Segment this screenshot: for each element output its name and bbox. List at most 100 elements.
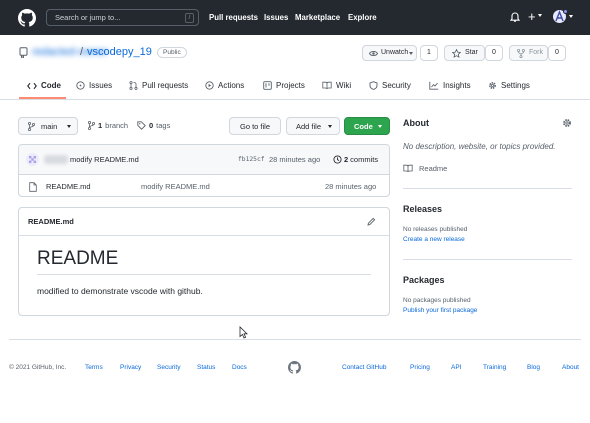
tab-insights-label: Insights: [443, 81, 471, 90]
project-board-icon: [263, 81, 272, 90]
commits-history-link[interactable]: 2 commits: [333, 155, 378, 164]
footer-link-api[interactable]: API: [451, 364, 461, 371]
issue-icon: [76, 81, 85, 90]
file-name-link[interactable]: README.md: [46, 182, 91, 191]
footer-link-blog[interactable]: Blog: [527, 364, 540, 371]
fork-button[interactable]: Fork: [509, 45, 548, 61]
code-button-label: Code: [354, 122, 373, 131]
edit-pencil-icon[interactable]: [367, 217, 376, 226]
nav-pull-requests[interactable]: Pull requests: [209, 13, 258, 22]
unwatch-label: Unwatch: [381, 49, 409, 56]
tab-insights[interactable]: Insights: [429, 80, 471, 91]
commit-sha-link[interactable]: fb125cf: [238, 156, 265, 163]
tab-security[interactable]: Security: [369, 80, 411, 91]
branches-link[interactable]: 1 branch: [88, 121, 128, 130]
tab-actions-label: Actions: [218, 81, 245, 90]
about-description: No description, website, or topics provi…: [403, 142, 556, 151]
publish-package-link[interactable]: Publish your first package: [403, 307, 477, 314]
packages-heading[interactable]: Packages: [403, 275, 445, 285]
footer-link-training[interactable]: Training: [483, 364, 506, 371]
footer-link-about[interactable]: About: [562, 364, 579, 371]
latest-commit-row: modify README.md fb125cf 28 minutes ago …: [19, 145, 389, 175]
commit-time: 28 minutes ago: [269, 155, 321, 164]
footer-github-logo-icon[interactable]: [288, 361, 301, 374]
go-to-file-button[interactable]: Go to file: [229, 117, 281, 135]
releases-heading[interactable]: Releases: [403, 204, 442, 214]
nav-issues[interactable]: Issues: [264, 13, 288, 22]
footer-link-security[interactable]: Security: [157, 364, 180, 371]
unwatch-button[interactable]: Unwatch: [362, 45, 417, 61]
repo-icon: [19, 47, 28, 58]
add-file-button[interactable]: Add file: [286, 117, 340, 135]
watchers-count[interactable]: 1: [420, 45, 438, 61]
file-browser: modify README.md fb125cf 28 minutes ago …: [18, 144, 390, 197]
nav-marketplace[interactable]: Marketplace: [295, 13, 340, 22]
tab-projects-label: Projects: [276, 81, 305, 90]
stars-count-value: 0: [492, 49, 496, 56]
tab-issues-label: Issues: [89, 81, 113, 90]
history-clock-icon: [333, 155, 342, 164]
about-settings-gear-icon[interactable]: [562, 118, 572, 128]
fork-icon: [517, 49, 525, 58]
star-icon: [452, 49, 461, 58]
sidebar-divider: [403, 259, 572, 260]
footer-copyright: © 2021 GitHub, Inc.: [9, 364, 67, 371]
branch-count-icon: [88, 121, 95, 130]
commit-author-avatar[interactable]: [26, 153, 39, 166]
forks-count-value: 0: [555, 49, 559, 56]
search-input[interactable]: Search or jump to... /: [46, 9, 199, 26]
tab-settings[interactable]: Settings: [488, 80, 530, 91]
tab-pull-requests[interactable]: Pull requests: [129, 80, 188, 91]
watchers-count-value: 1: [427, 49, 431, 56]
code-icon: [27, 82, 37, 89]
code-button[interactable]: Code: [344, 117, 390, 135]
nav-explore[interactable]: Explore: [348, 13, 377, 22]
footer-link-docs[interactable]: Docs: [232, 364, 247, 371]
star-button[interactable]: Star: [444, 45, 485, 61]
readme-link[interactable]: Readme: [419, 164, 447, 173]
star-label: Star: [465, 49, 478, 56]
footer-link-privacy[interactable]: Privacy: [120, 364, 141, 371]
file-icon: [29, 182, 37, 192]
unwatch-caret-icon: [409, 52, 413, 55]
stars-count[interactable]: 0: [485, 45, 503, 61]
footer-link-contact[interactable]: Contact GitHub: [342, 364, 386, 371]
about-heading: About: [403, 118, 429, 128]
mouse-cursor-icon: [239, 326, 248, 339]
tab-actions[interactable]: Actions: [205, 80, 244, 91]
readme-heading: README: [37, 248, 119, 269]
go-to-file-label: Go to file: [239, 122, 270, 131]
tab-wiki-label: Wiki: [336, 81, 352, 90]
file-commit-message-link[interactable]: modify README.md: [141, 182, 210, 191]
branch-name: main: [41, 122, 58, 131]
tab-pull-requests-label: Pull requests: [142, 81, 189, 90]
create-new-plus-icon[interactable]: +: [528, 10, 536, 23]
repo-name-link[interactable]: vscodepy_19: [87, 46, 152, 58]
commit-author-name-redacted: [44, 155, 68, 164]
play-icon: [205, 81, 214, 90]
notifications-bell-icon[interactable]: [510, 12, 520, 23]
create-release-link[interactable]: Create a new release: [403, 236, 465, 243]
footer-link-pricing[interactable]: Pricing: [410, 364, 430, 371]
branch-select-button[interactable]: main: [18, 117, 78, 135]
github-logo-icon[interactable]: [18, 9, 36, 27]
tab-projects[interactable]: Projects: [263, 80, 305, 91]
branch-word: branch: [105, 121, 129, 130]
footer-link-terms[interactable]: Terms: [85, 364, 103, 371]
forks-count[interactable]: 0: [548, 45, 566, 61]
slash-key-hint: /: [185, 13, 194, 23]
file-row[interactable]: README.md modify README.md 28 minutes ag…: [19, 176, 389, 196]
add-file-label: Add file: [296, 122, 322, 131]
commit-message-link[interactable]: modify README.md: [70, 155, 139, 164]
tab-wiki[interactable]: Wiki: [322, 80, 351, 91]
tab-code[interactable]: Code: [27, 80, 61, 91]
gear-icon: [489, 82, 496, 89]
tags-link[interactable]: 0 tags: [137, 121, 170, 130]
file-commit-time: 28 minutes ago: [325, 182, 377, 191]
tab-issues[interactable]: Issues: [76, 80, 112, 91]
create-new-caret-icon[interactable]: [538, 14, 542, 17]
add-file-caret-icon: [328, 125, 332, 128]
footer-link-status[interactable]: Status: [197, 364, 215, 371]
avatar-caret-icon[interactable]: [569, 15, 573, 18]
readme-book-icon: [403, 164, 413, 173]
